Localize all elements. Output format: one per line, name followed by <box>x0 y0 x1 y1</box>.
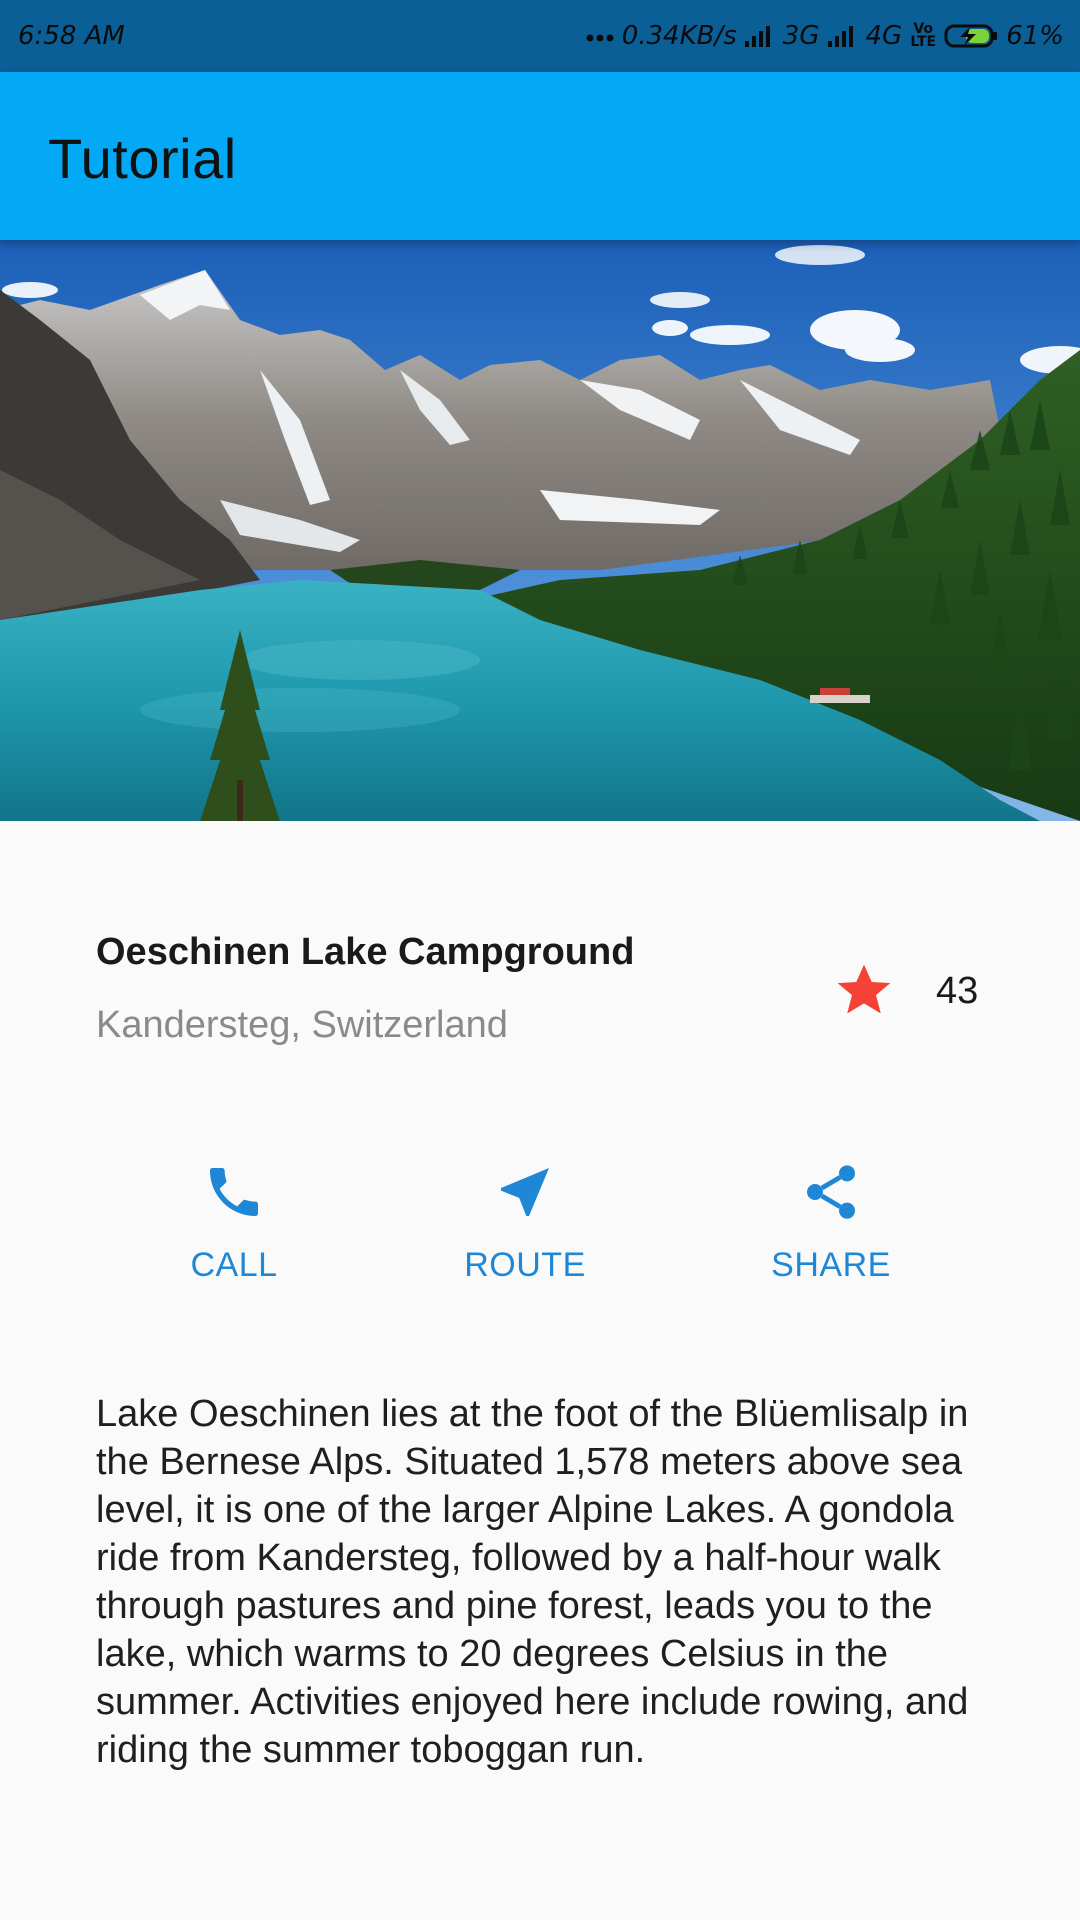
phone-icon <box>210 1168 258 1216</box>
route-label: ROUTE <box>464 1246 586 1284</box>
signal-2-label: 4G <box>865 21 903 51</box>
place-name: Oeschinen Lake Campground <box>96 931 635 973</box>
battery-percent: 61% <box>1006 21 1064 51</box>
hero-image <box>0 240 1080 821</box>
place-location: Kandersteg, Switzerland <box>96 1004 508 1046</box>
app-bar: Tutorial <box>0 72 1080 240</box>
dots-icon <box>586 30 616 42</box>
title-section: Oeschinen Lake Campground Kandersteg, Sw… <box>96 920 984 1060</box>
app-title: Tutorial <box>48 127 237 190</box>
status-bar: 6:58 AM 0.34KB/s 3G 4G Vo LTE 61% <box>0 0 1080 72</box>
lake-landscape-image <box>0 240 1080 821</box>
action-button-row: CALL ROUTE SHARE <box>0 1160 1080 1300</box>
volte-label: Vo LTE <box>910 21 937 50</box>
call-label: CALL <box>190 1246 278 1284</box>
share-label: SHARE <box>771 1246 891 1284</box>
volte-icon: Vo LTE <box>908 21 938 50</box>
star-icon[interactable] <box>832 958 896 1022</box>
battery-charging-icon <box>944 22 1000 50</box>
screen: 6:58 AM 0.34KB/s 3G 4G Vo LTE 61% Tutori… <box>0 0 1080 1920</box>
signal-1-label: 3G <box>782 21 820 51</box>
share-icon <box>807 1165 855 1219</box>
share-button[interactable]: SHARE <box>731 1160 931 1300</box>
call-button[interactable]: CALL <box>134 1160 334 1300</box>
signal-icon <box>743 23 777 49</box>
navigation-icon <box>501 1168 549 1216</box>
status-time: 6:58 AM <box>18 21 125 51</box>
place-description: Lake Oeschinen lies at the foot of the B… <box>96 1393 969 1771</box>
rating-count: 43 <box>936 970 979 1012</box>
route-button[interactable]: ROUTE <box>425 1160 625 1300</box>
network-speed: 0.34KB/s <box>621 21 737 51</box>
signal-icon <box>826 23 860 49</box>
